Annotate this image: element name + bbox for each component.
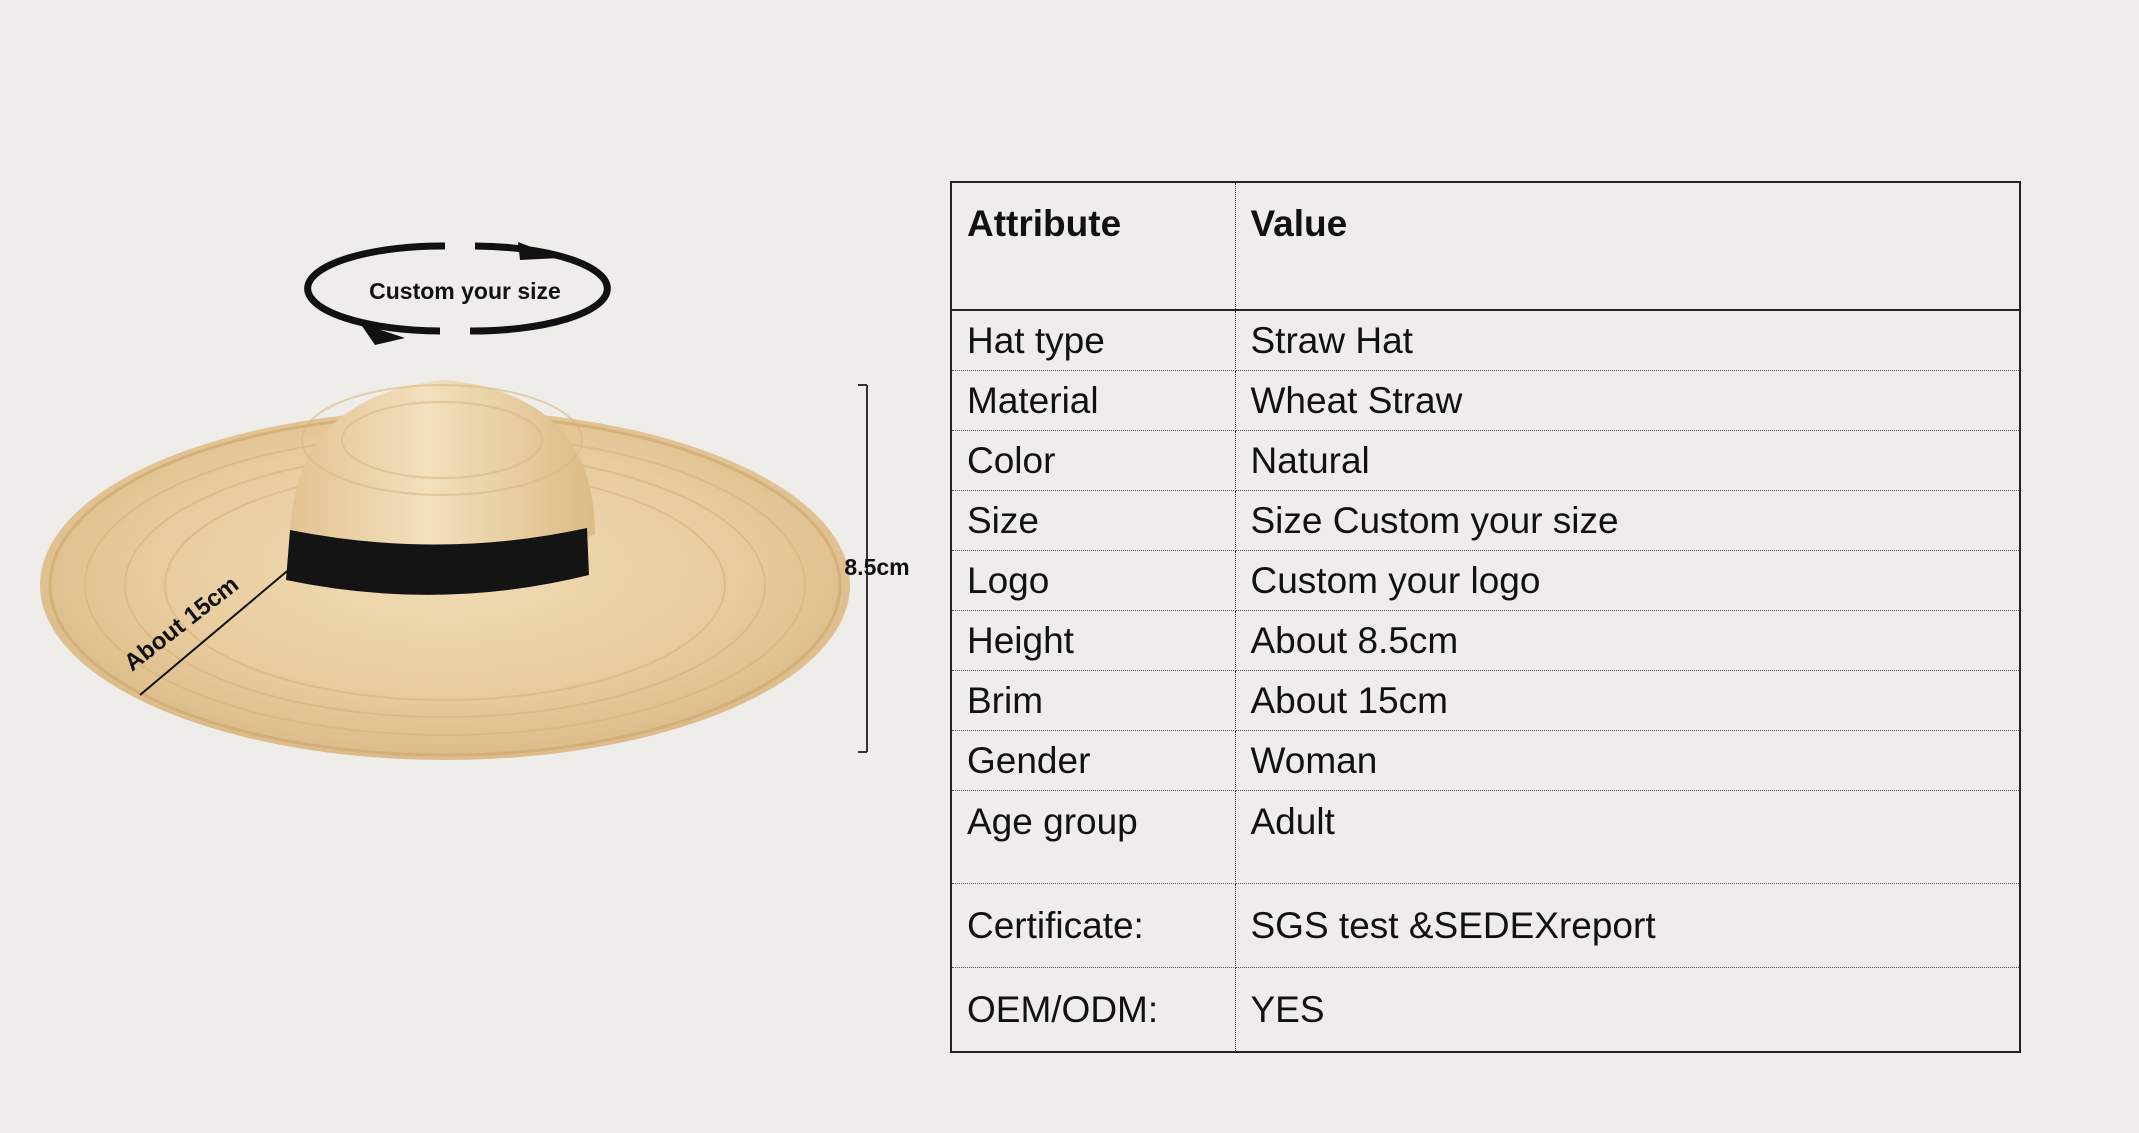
row-value: Custom your logo: [1235, 550, 2021, 611]
row-attribute: Gender: [950, 730, 1236, 791]
header-value: Value: [1235, 181, 2021, 311]
row-value: Size Custom your size: [1235, 490, 2021, 551]
size-badge-text: Custom your size: [369, 278, 561, 304]
height-dimension: 8.5cm: [844, 384, 910, 753]
row-value: Adult: [1235, 790, 2021, 884]
table-row: Hat type Straw Hat: [950, 310, 2021, 371]
row-value: Wheat Straw: [1235, 370, 2021, 431]
table-row: Gender Woman: [950, 730, 2021, 791]
row-attribute: Material: [950, 370, 1236, 431]
table-row: Age group Adult: [950, 790, 2021, 884]
table-row: Size Size Custom your size: [950, 490, 2021, 551]
table-row: OEM/ODM: YES: [950, 967, 2021, 1053]
row-attribute: Color: [950, 430, 1236, 491]
row-attribute: Certificate:: [950, 883, 1236, 968]
table-row: Color Natural: [950, 430, 2021, 491]
row-attribute: Age group: [950, 790, 1236, 884]
row-attribute: Height: [950, 610, 1236, 671]
custom-size-badge: Custom your size: [304, 242, 611, 345]
table-row: Material Wheat Straw: [950, 370, 2021, 431]
row-attribute: Logo: [950, 550, 1236, 611]
row-attribute: Size: [950, 490, 1236, 551]
hat-illustration: Custom your size 8.5cm About 15cm: [40, 242, 910, 760]
header-attribute: Attribute: [950, 181, 1236, 311]
table-row: Certificate: SGS test &SEDEXreport: [950, 883, 2021, 968]
hat-image: [40, 380, 850, 760]
row-value: SGS test &SEDEXreport: [1235, 883, 2021, 968]
table-row: Logo Custom your logo: [950, 550, 2021, 611]
table-row: Height About 8.5cm: [950, 610, 2021, 671]
height-label: 8.5cm: [844, 554, 909, 580]
table-row: Brim About 15cm: [950, 670, 2021, 731]
row-attribute: Brim: [950, 670, 1236, 731]
row-value: About 8.5cm: [1235, 610, 2021, 671]
row-value: About 15cm: [1235, 670, 2021, 731]
row-value: Woman: [1235, 730, 2021, 791]
row-value: YES: [1235, 967, 2021, 1053]
row-value: Natural: [1235, 430, 2021, 491]
table-header-row: Attribute Value: [950, 181, 2021, 311]
row-attribute: OEM/ODM:: [950, 967, 1236, 1053]
row-value: Straw Hat: [1235, 310, 2021, 371]
spec-table: Attribute Value Hat type Straw Hat Mater…: [950, 181, 2021, 1053]
row-attribute: Hat type: [950, 310, 1236, 371]
